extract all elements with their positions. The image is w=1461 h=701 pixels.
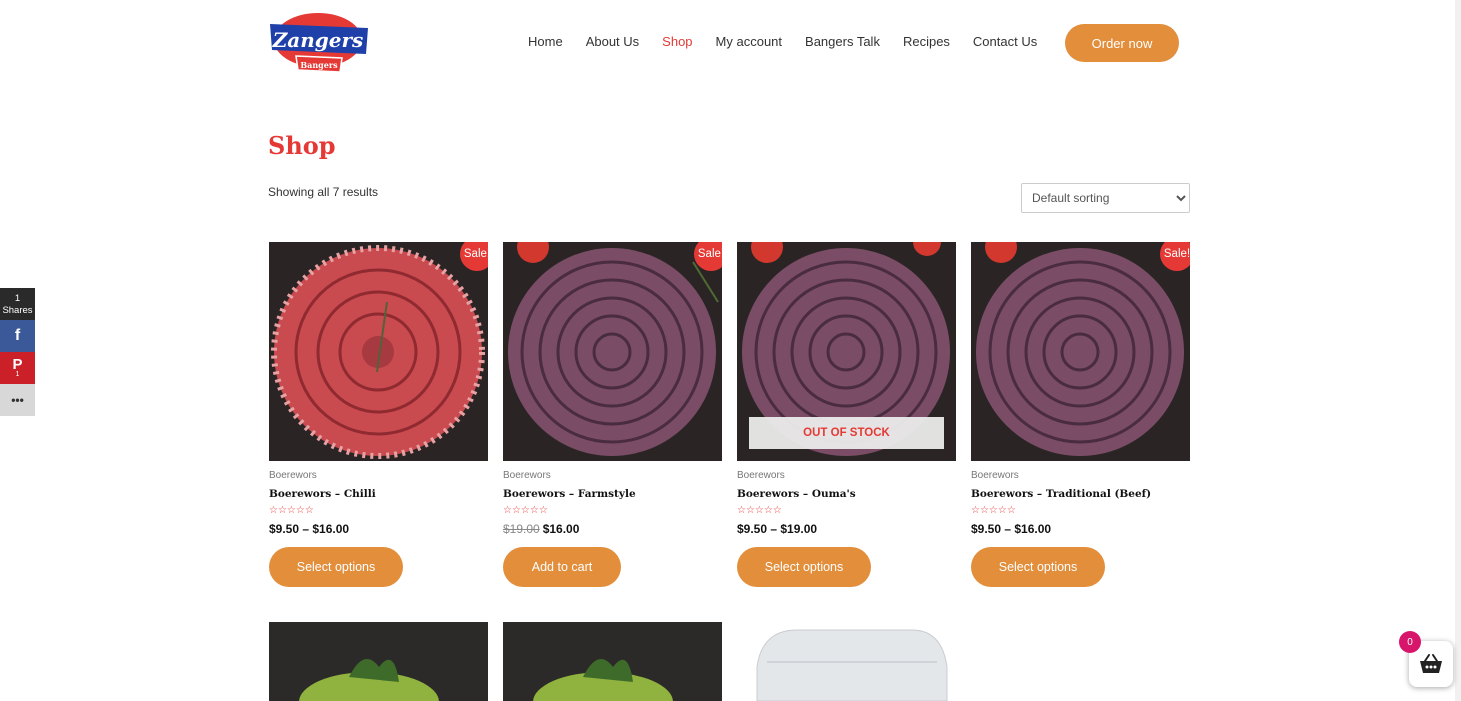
- social-share-bar: 1 Shares f P 1 •••: [0, 288, 35, 416]
- svg-text:Zangers: Zangers: [272, 28, 364, 52]
- price-current: $9.50 – $16.00: [971, 522, 1052, 536]
- share-count: 1 Shares: [0, 288, 35, 320]
- product-title[interactable]: Boerewors – Chilli: [269, 488, 376, 500]
- product-price: $9.50 – $16.00: [269, 522, 349, 536]
- price-current: $9.50 – $19.00: [737, 522, 818, 536]
- main-nav: Home About Us Shop My account Bangers Ta…: [528, 32, 1060, 52]
- pinterest-count: 1: [15, 370, 20, 378]
- product-image[interactable]: Sale!: [971, 242, 1190, 461]
- nav-shop[interactable]: Shop: [662, 32, 692, 52]
- results-count: Showing all 7 results: [268, 185, 379, 199]
- site-header: Zangers Bangers Home About Us Shop My ac…: [0, 0, 1461, 90]
- product-image[interactable]: Sale!: [269, 242, 488, 461]
- price-current: $16.00: [542, 522, 580, 536]
- product-category[interactable]: Boerewors: [269, 470, 317, 481]
- more-share-button[interactable]: •••: [0, 384, 35, 416]
- product-image[interactable]: [269, 622, 488, 701]
- product-image[interactable]: OUT OF STOCK: [737, 242, 956, 461]
- order-now-button[interactable]: Order now: [1065, 24, 1179, 62]
- facebook-share-button[interactable]: f: [0, 320, 35, 352]
- cart-count-badge: 0: [1399, 631, 1421, 653]
- basket-icon: [1420, 654, 1442, 673]
- nav-home[interactable]: Home: [528, 32, 563, 52]
- nav-my-account[interactable]: My account: [716, 32, 782, 52]
- product-title[interactable]: Boerewors – Farmstyle: [503, 488, 636, 500]
- product-title[interactable]: Boerewors – Ouma's: [737, 488, 856, 500]
- nav-bangers-talk[interactable]: Bangers Talk: [805, 32, 880, 52]
- pinterest-share-button[interactable]: P 1: [0, 352, 35, 384]
- price-old: $19.00: [503, 522, 540, 536]
- rating-stars: ☆☆☆☆☆: [269, 505, 314, 516]
- product-price: $9.50 – $16.00: [971, 522, 1051, 536]
- out-of-stock-label: OUT OF STOCK: [749, 417, 944, 449]
- select-options-button[interactable]: Select options: [269, 547, 403, 587]
- share-count-label: Shares: [2, 305, 33, 316]
- product-price: $19.00 $16.00: [503, 522, 579, 536]
- product-title[interactable]: Boerewors – Traditional (Beef): [971, 488, 1151, 500]
- nav-about-us[interactable]: About Us: [586, 32, 639, 52]
- sort-select[interactable]: Default sorting: [1021, 183, 1190, 213]
- product-price: $9.50 – $19.00: [737, 522, 817, 536]
- site-logo[interactable]: Zangers Bangers: [268, 10, 372, 76]
- rating-stars: ☆☆☆☆☆: [971, 505, 1016, 516]
- price-current: $9.50 – $16.00: [269, 522, 350, 536]
- share-count-number: 1: [14, 293, 21, 304]
- facebook-icon: f: [14, 327, 21, 344]
- page-title: Shop: [268, 131, 336, 160]
- product-category[interactable]: Boerewors: [503, 470, 551, 481]
- nav-recipes[interactable]: Recipes: [903, 32, 950, 52]
- product-image[interactable]: [503, 622, 722, 701]
- pinterest-icon: P: [12, 355, 23, 373]
- page-scrollbar[interactable]: [1455, 0, 1461, 701]
- rating-stars: ☆☆☆☆☆: [503, 505, 548, 516]
- product-category[interactable]: Boerewors: [971, 470, 1019, 481]
- rating-stars: ☆☆☆☆☆: [737, 505, 782, 516]
- select-options-button[interactable]: Select options: [737, 547, 871, 587]
- product-image[interactable]: [737, 622, 956, 701]
- more-icon: •••: [11, 393, 24, 407]
- product-image[interactable]: Sale!: [503, 242, 722, 461]
- select-options-button[interactable]: Select options: [971, 547, 1105, 587]
- nav-contact-us[interactable]: Contact Us: [973, 32, 1037, 52]
- product-category[interactable]: Boerewors: [737, 470, 785, 481]
- svg-text:Bangers: Bangers: [300, 60, 338, 70]
- add-to-cart-button[interactable]: Add to cart: [503, 547, 621, 587]
